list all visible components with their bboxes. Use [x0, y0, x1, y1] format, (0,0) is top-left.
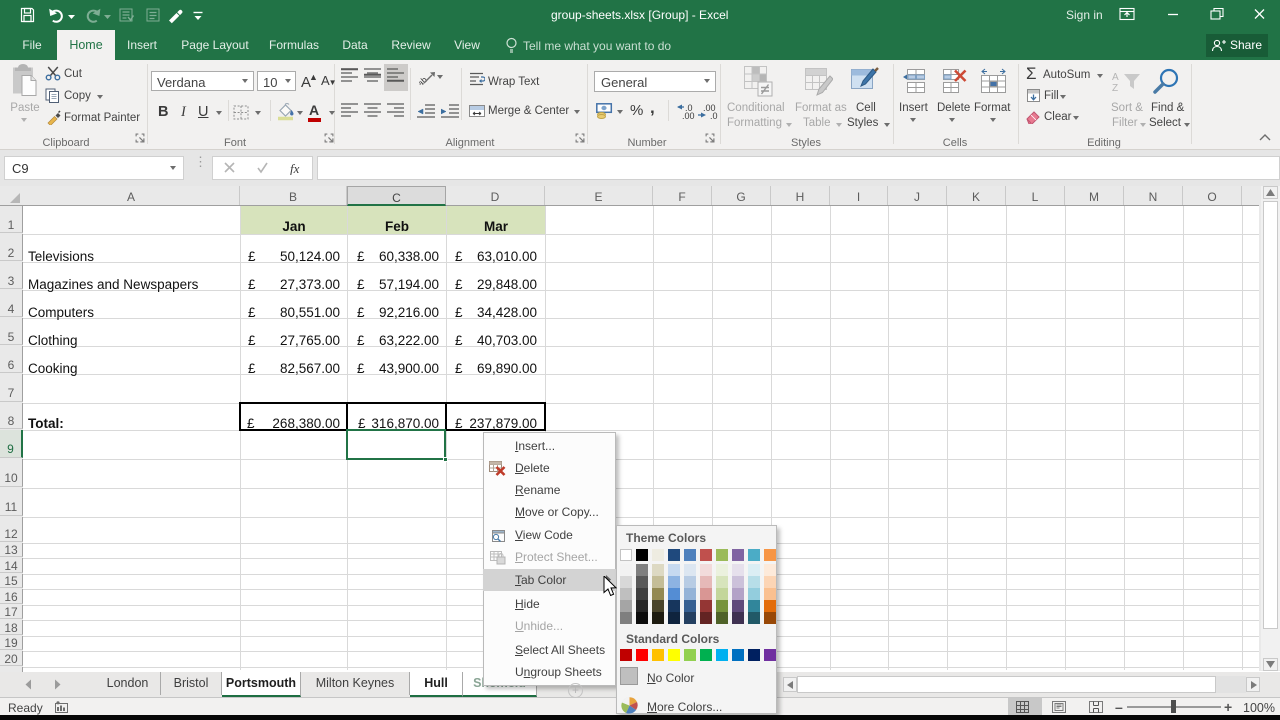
svg-text:Z: Z	[1112, 83, 1118, 92]
svg-text:.0: .0	[710, 111, 718, 119]
svg-text:fx: fx	[290, 161, 300, 175]
svg-text:A: A	[1112, 72, 1119, 83]
svg-text:.00: .00	[682, 111, 695, 119]
